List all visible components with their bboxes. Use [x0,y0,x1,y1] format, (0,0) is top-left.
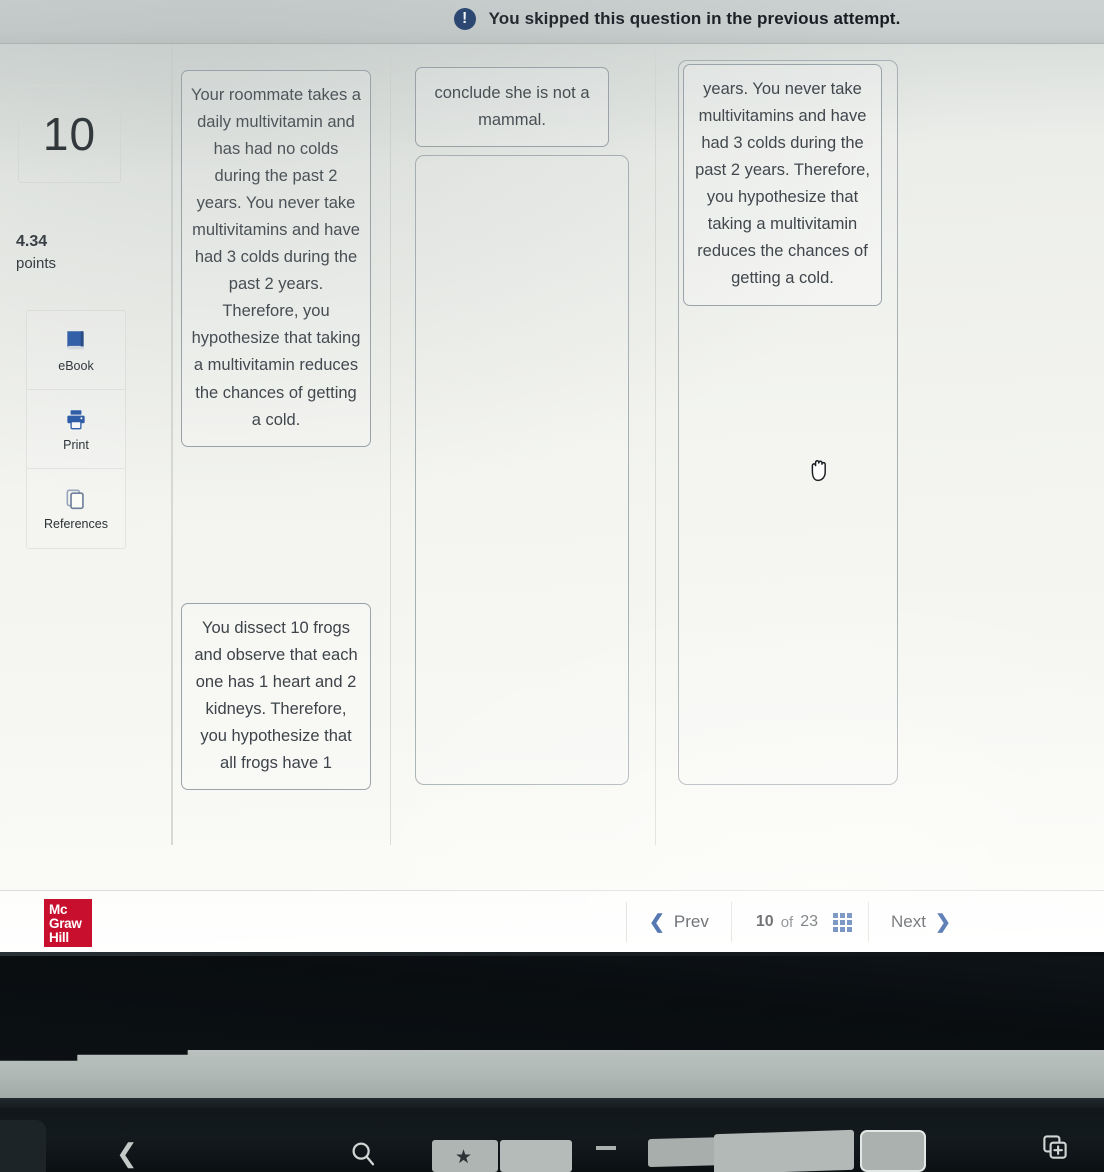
ebook-icon [67,330,84,349]
print-label: Print [63,437,89,452]
mcgraw-hill-logo: Mc Graw Hill [44,899,92,947]
back-chevron-icon[interactable]: ❮ [116,1138,138,1169]
grid-dot [833,926,838,932]
grid-dot [833,919,838,925]
screenshot-root: ! You skipped this question in the previ… [0,0,1104,1172]
references-copy-icon [66,489,84,510]
browser-tab-2[interactable] [500,1140,572,1172]
question-grid-icon[interactable] [833,912,852,932]
points-label: points [16,255,57,273]
logo-line-2: Graw [49,915,82,931]
browser-tab-active[interactable] [860,1130,926,1172]
device-bezel [0,952,1104,1067]
next-button[interactable]: Next ❯ [869,900,973,944]
question-content-area: 10 4.34 points eBook Print References Yo… [0,45,1104,890]
references-label: References [44,517,108,531]
browser-tab-4[interactable] [714,1129,854,1172]
placed-item-inductive[interactable]: years. You never take multivitamins and … [683,64,882,307]
minus-icon[interactable] [596,1146,616,1150]
logo-line-1: Mc [49,902,68,917]
drop-zone-deductive[interactable] [415,155,629,785]
ebook-label: eBook [58,358,94,373]
chevron-right-icon: ❯ [934,911,951,933]
grid-dot [840,919,845,925]
logo-line-3: Hill [49,929,69,945]
pager-of: of [780,913,794,931]
question-sidebar: 10 4.34 points eBook Print References [0,45,172,845]
grid-dot [847,912,852,918]
next-label: Next [891,912,926,931]
source-items-column: Your roommate takes a daily multivitamin… [172,45,390,845]
alert-exclamation-icon: ! [453,7,476,30]
grid-dot [840,912,845,918]
points-display: 4.34 points [16,230,56,275]
nav-controls: ❮ Prev 10 of 23 Next ❯ [626,891,973,952]
skipped-question-banner: ! You skipped this question in the previ… [0,0,1104,44]
placed-item-deductive[interactable]: conclude she is not a mammal. [415,67,609,148]
prev-label: Prev [673,912,709,931]
pager-total: 23 [800,913,818,930]
references-button[interactable]: References [27,469,125,548]
pager: 10 of 23 [732,912,868,932]
question-number: 10 [42,108,97,160]
printer-icon [67,409,85,429]
source-item-multivitamin[interactable]: Your roommate takes a daily multivitamin… [181,70,371,447]
device-left-edge [0,1120,46,1172]
print-button[interactable]: Print [27,390,125,469]
question-footer-nav: Mc Graw Hill ❮ Prev 10 of 23 Next ❯ [0,890,1104,952]
ebook-button[interactable]: eBook [27,311,125,390]
grid-dot [840,926,845,932]
grid-dot [847,919,852,925]
device-bottom-bar-edge [0,1098,1104,1108]
device-screen: ! You skipped this question in the previ… [0,0,1104,952]
pager-current: 10 [755,913,774,930]
search-magnifier-icon[interactable] [348,1138,378,1168]
grid-dot [833,912,838,918]
drop-zone-column-a: conclude she is not a mammal. [390,45,655,845]
source-item-frogs[interactable]: You dissect 10 frogs and observe that ea… [181,603,371,791]
star-bookmark-icon[interactable]: ★ [455,1146,472,1169]
grid-dot [847,926,852,932]
new-tab-icon[interactable] [1040,1132,1070,1162]
question-number-box: 10 [18,85,121,183]
points-value: 4.34 [16,233,48,250]
banner-message: You skipped this question in the previou… [488,8,901,28]
chevron-left-icon: ❮ [649,911,665,933]
tool-button-stack: eBook Print References [26,310,126,549]
drop-zone-column-b: years. You never take multivitamins and … [655,45,1104,845]
prev-button[interactable]: ❮ Prev [627,900,731,944]
